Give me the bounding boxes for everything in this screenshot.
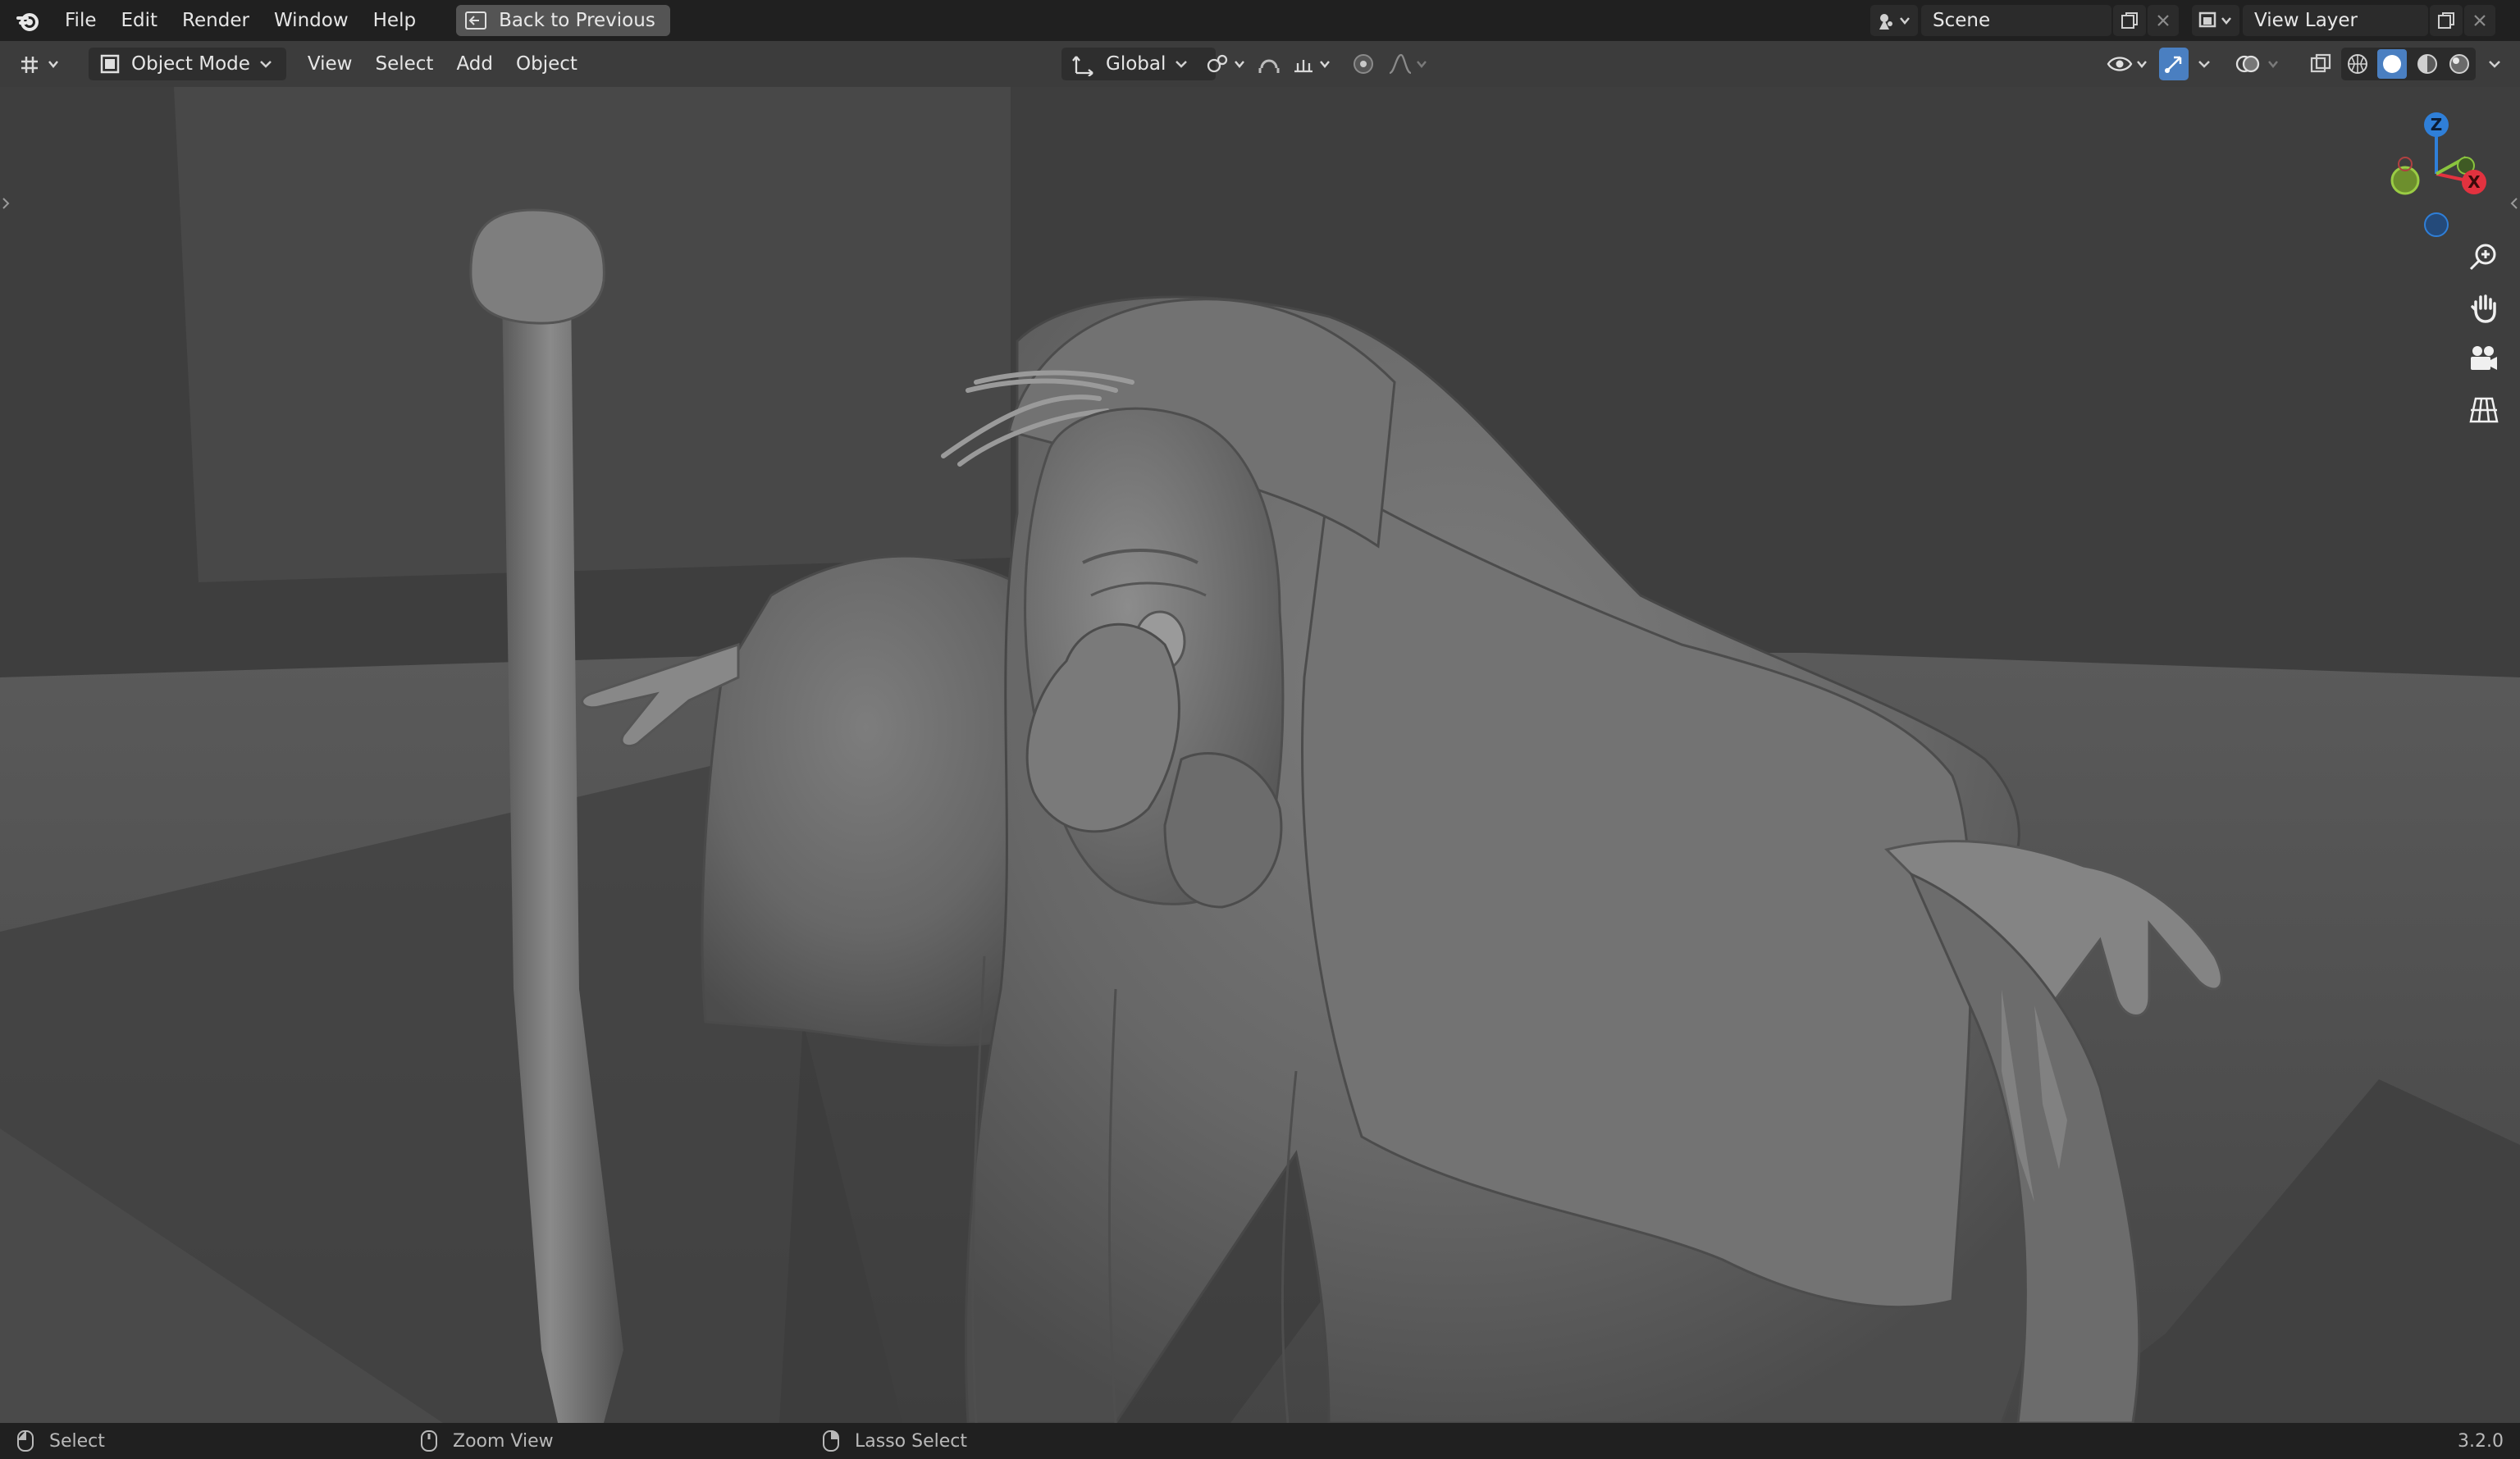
backdrop-panel — [174, 87, 1011, 582]
mouse-icon — [17, 1430, 34, 1452]
menu-render[interactable]: Render — [170, 0, 262, 41]
editor-type-button[interactable] — [8, 48, 75, 80]
status-select: Select — [16, 1423, 105, 1459]
snap-increment-icon — [1294, 60, 1330, 73]
status-lasso: Lasso Select — [822, 1423, 967, 1459]
chevron-down-icon — [260, 61, 272, 68]
status-select-label: Select — [49, 1430, 105, 1452]
delete-view-layer-button[interactable] — [2464, 5, 2495, 36]
scene-icon — [1879, 14, 1910, 30]
gizmo-x-label: X — [2468, 172, 2481, 192]
version-label: 3.2.0 — [2458, 1430, 2504, 1452]
visibility-icon — [2107, 57, 2147, 71]
copy-icon — [2121, 12, 2138, 29]
gizmo-dropdown[interactable] — [2190, 48, 2218, 80]
status-zoom-label: Zoom View — [453, 1430, 554, 1452]
menu-view[interactable]: View — [296, 48, 364, 80]
scene-name: Scene — [1933, 10, 1991, 31]
menu-edit[interactable]: Edit — [109, 0, 171, 41]
menu-window[interactable]: Window — [262, 0, 361, 41]
status-bar: Select Zoom View Lasso Select 3.2.0 — [0, 1423, 2520, 1459]
menu-select[interactable]: Select — [363, 48, 445, 80]
close-icon — [2474, 15, 2486, 26]
close-icon — [2157, 15, 2169, 26]
object-mode-label: Object Mode — [131, 53, 250, 75]
new-view-layer-button[interactable] — [2430, 5, 2463, 36]
overlay-toggle[interactable] — [2223, 48, 2300, 80]
shading-mode-group — [2341, 48, 2476, 80]
scene-name-field[interactable]: Scene — [1921, 5, 2111, 36]
falloff-icon — [1389, 53, 1427, 75]
mouse-icon — [421, 1430, 437, 1452]
chevron-down-icon — [2198, 61, 2210, 68]
object-mode-icon — [100, 54, 120, 74]
xray-icon — [2310, 53, 2331, 73]
proportional-edit-icon — [1354, 54, 1373, 74]
chevron-down-icon — [2489, 61, 2500, 68]
view-layer-icon — [2198, 11, 2231, 28]
proportional-falloff-dropdown[interactable] — [1375, 48, 1447, 80]
chevron-down-icon — [1176, 61, 1188, 68]
back-to-previous-button[interactable]: Back to Previous — [456, 5, 670, 36]
gizmo-icon — [2165, 56, 2182, 73]
view-layer-selector: View Layer — [2192, 5, 2495, 36]
grid-icon — [2469, 397, 2499, 423]
xray-toggle[interactable] — [2302, 48, 2340, 80]
blender-logo-icon[interactable] — [11, 4, 44, 37]
viewport-header: Object Mode View Select Add Object Globa… — [0, 41, 2520, 87]
gizmo-toggle[interactable] — [2159, 48, 2189, 80]
pan-tool[interactable] — [2461, 285, 2507, 331]
editor-type-icon — [21, 57, 58, 73]
new-scene-button[interactable] — [2113, 5, 2146, 36]
zoom-icon — [2469, 244, 2496, 271]
shading-wireframe-icon[interactable] — [2345, 52, 2370, 76]
shading-material-icon[interactable] — [2415, 52, 2440, 76]
mouse-icon — [823, 1430, 839, 1452]
status-zoom: Zoom View — [420, 1423, 554, 1459]
shading-options-dropdown[interactable] — [2479, 48, 2510, 80]
menu-help[interactable]: Help — [361, 0, 428, 41]
camera-view-tool[interactable] — [2461, 336, 2507, 382]
scene-render — [0, 87, 2520, 1423]
scene-browse-button[interactable] — [1870, 5, 1918, 36]
overlay-icon — [2235, 55, 2278, 73]
hand-icon — [2471, 294, 2496, 323]
scene-selector: Scene — [1870, 5, 2179, 36]
back-button-label: Back to Previous — [499, 10, 655, 31]
object-mode-dropdown[interactable]: Object Mode — [89, 48, 286, 80]
delete-scene-button[interactable] — [2148, 5, 2179, 36]
camera-icon — [2471, 346, 2497, 370]
menu-file[interactable]: File — [52, 0, 109, 41]
view-layer-browse-button[interactable] — [2192, 5, 2239, 36]
copy-icon — [2438, 12, 2454, 29]
zoom-tool[interactable] — [2461, 235, 2507, 280]
view-layer-name: View Layer — [2254, 10, 2358, 31]
back-arrow-icon — [465, 11, 487, 30]
3d-viewport[interactable]: Z X — [0, 87, 2520, 1423]
navigation-gizmo[interactable]: Z X — [2372, 100, 2495, 248]
shading-rendered-icon[interactable] — [2447, 52, 2472, 76]
menu-object[interactable]: Object — [504, 48, 589, 80]
menu-add[interactable]: Add — [445, 48, 504, 80]
shading-solid-button[interactable] — [2377, 49, 2408, 79]
staff-knob — [469, 208, 605, 325]
shading-solid-icon — [2383, 55, 2402, 73]
visibility-dropdown[interactable] — [2093, 48, 2166, 80]
gizmo-z-label: Z — [2431, 115, 2443, 135]
perspective-toggle[interactable] — [2461, 387, 2507, 433]
transform-orientation-label: Global — [1106, 53, 1166, 75]
status-lasso-label: Lasso Select — [855, 1430, 967, 1452]
view-layer-name-field[interactable]: View Layer — [2243, 5, 2428, 36]
top-bar: File Edit Render Window Help Back to Pre… — [0, 0, 2520, 41]
transform-orientation-icon — [1072, 56, 1093, 76]
